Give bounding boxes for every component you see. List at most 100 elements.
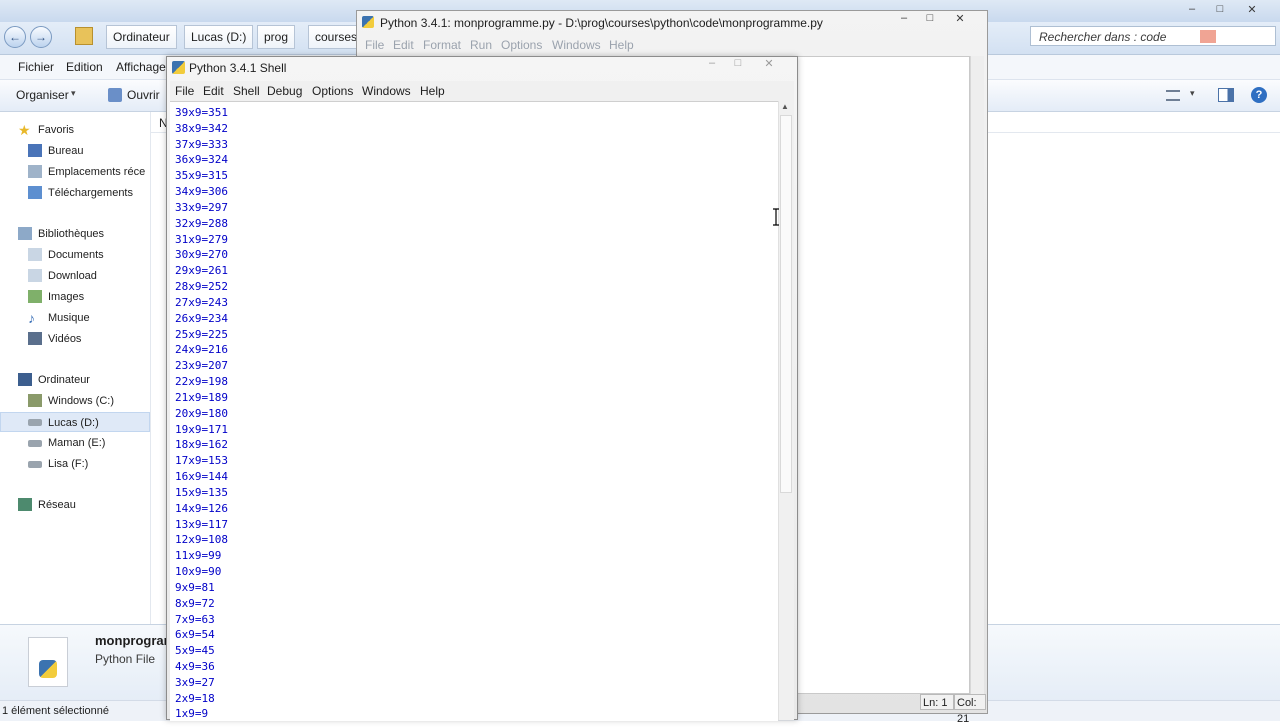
shell-output-line: 27x9=243 xyxy=(175,295,228,309)
shell-output-line: 17x9=153 xyxy=(175,454,228,468)
shell-close-button[interactable]: ✕ xyxy=(757,57,781,70)
back-button[interactable]: ← xyxy=(4,26,26,48)
shell-output-line: 18x9=162 xyxy=(175,438,228,452)
forward-arrow-icon: → xyxy=(35,30,47,44)
details-file-type: Python File xyxy=(95,652,156,666)
sidebar-item-musique[interactable]: ♪ Musique xyxy=(0,308,150,328)
download-library-icon xyxy=(28,269,42,282)
sidebar-item-documents[interactable]: Documents xyxy=(0,245,150,265)
shell-output-line: 13x9=117 xyxy=(175,517,228,531)
python-file-icon xyxy=(28,637,68,687)
back-arrow-icon: ← xyxy=(9,30,21,44)
shell-output-line: 37x9=333 xyxy=(175,137,228,151)
shell-output-line: 10x9=90 xyxy=(175,565,222,579)
breadcrumb-prog[interactable]: prog xyxy=(257,25,296,49)
videos-icon xyxy=(28,332,42,345)
help-icon[interactable]: ? xyxy=(1251,87,1267,103)
breadcrumb-lucas[interactable]: Lucas (D:) xyxy=(184,25,254,49)
sidebar-item-maman-e[interactable]: Maman (E:) xyxy=(0,433,150,453)
maximize-button[interactable]: □ xyxy=(1208,3,1232,15)
open-button[interactable]: Ouvrir xyxy=(127,88,160,102)
shell-menu-windows[interactable]: Windows xyxy=(362,84,411,98)
shell-minimize-button[interactable]: – xyxy=(700,57,724,69)
editor-menu-run[interactable]: Run xyxy=(470,38,492,52)
system-drive-icon xyxy=(28,394,42,407)
shell-output-line: 2x9=18 xyxy=(175,691,215,705)
drive-icon xyxy=(28,419,42,426)
shell-output-line: 12x9=108 xyxy=(175,533,228,547)
shell-maximize-button[interactable]: □ xyxy=(726,57,750,69)
editor-maximize-button[interactable]: □ xyxy=(918,12,942,24)
editor-scrollbar[interactable] xyxy=(970,56,984,694)
python-shell-window: Python 3.4.1 Shell – □ ✕ File Edit Shell… xyxy=(166,56,798,721)
shell-output-line: 35x9=315 xyxy=(175,169,228,183)
sidebar-item-lucas-d[interactable]: Lucas (D:) xyxy=(0,412,150,432)
status-text: 1 élément sélectionné xyxy=(2,705,110,717)
shell-menu-options[interactable]: Options xyxy=(312,84,353,98)
organize-button[interactable]: Organiser xyxy=(16,88,69,102)
editor-menu-format[interactable]: Format xyxy=(423,38,461,52)
drive-icon xyxy=(28,440,42,447)
shell-output-line: 16x9=144 xyxy=(175,470,228,484)
sidebar-item-download[interactable]: Download xyxy=(0,266,150,286)
minimize-button[interactable]: – xyxy=(1180,3,1204,15)
shell-menu-shell[interactable]: Shell xyxy=(233,84,260,98)
sidebar-item-recent-places[interactable]: Emplacements réce xyxy=(0,162,150,182)
drive-icon xyxy=(28,461,42,468)
menu-affichage[interactable]: Affichage xyxy=(116,60,166,74)
shell-menu-help[interactable]: Help xyxy=(420,84,445,98)
breadcrumb-ordinateur[interactable]: Ordinateur xyxy=(106,25,177,49)
menu-edition[interactable]: Edition xyxy=(66,60,103,74)
shell-menu-edit[interactable]: Edit xyxy=(203,84,224,98)
shell-title: Python 3.4.1 Shell xyxy=(189,61,287,75)
sidebar-item-downloads[interactable]: Téléchargements xyxy=(0,183,150,203)
sidebar-group-network[interactable]: Réseau xyxy=(0,495,150,515)
search-icon[interactable] xyxy=(1200,30,1216,43)
editor-minimize-button[interactable]: – xyxy=(892,12,916,24)
view-chevron-icon[interactable]: ▾ xyxy=(1190,88,1195,99)
editor-menu-help[interactable]: Help xyxy=(609,38,634,52)
sidebar-item-lisa-f[interactable]: Lisa (F:) xyxy=(0,454,150,474)
sidebar-item-videos[interactable]: Vidéos xyxy=(0,329,150,349)
downloads-icon xyxy=(28,186,42,199)
shell-menu-file[interactable]: File xyxy=(175,84,194,98)
sidebar-group-favorites[interactable]: ★ Favoris xyxy=(0,120,150,140)
shell-output-line: 33x9=297 xyxy=(175,200,228,214)
shell-output-line: 19x9=171 xyxy=(175,422,228,436)
network-icon xyxy=(18,498,32,511)
shell-output-area[interactable]: 39x9=351 38x9=342 37x9=333 36x9=324 35x9=315… xyxy=(170,101,778,721)
pictures-icon xyxy=(28,290,42,303)
close-button[interactable]: ✕ xyxy=(1240,3,1264,16)
editor-menu-windows[interactable]: Windows xyxy=(552,38,601,52)
sidebar-item-windows-c[interactable]: Windows (C:) xyxy=(0,391,150,411)
shell-output-line: 5x9=45 xyxy=(175,644,215,658)
sidebar-item-bureau[interactable]: Bureau xyxy=(0,141,150,161)
folder-icon xyxy=(75,27,93,45)
preview-pane-icon[interactable] xyxy=(1218,88,1234,102)
shell-output-lines: 39x9=351 38x9=342 37x9=333 36x9=324 35x9=315… xyxy=(175,105,228,721)
sidebar-group-libraries[interactable]: Bibliothèques xyxy=(0,224,150,244)
editor-column-indicator: Col: 21 xyxy=(954,694,986,725)
computer-icon xyxy=(18,373,32,386)
shell-output-line: 20x9=180 xyxy=(175,406,228,420)
sidebar-group-computer[interactable]: Ordinateur xyxy=(0,370,150,390)
editor-menu-edit[interactable]: Edit xyxy=(393,38,414,52)
shell-output-line: 14x9=126 xyxy=(175,501,228,515)
editor-menu-options[interactable]: Options xyxy=(501,38,542,52)
editor-menu-file[interactable]: File xyxy=(365,38,384,52)
view-options-icon[interactable] xyxy=(1166,90,1180,101)
scroll-up-arrow-icon[interactable]: ▲ xyxy=(781,102,789,111)
forward-button[interactable]: → xyxy=(30,26,52,48)
editor-close-button[interactable]: ✕ xyxy=(948,12,972,25)
shell-output-line: 21x9=189 xyxy=(175,390,228,404)
shell-output-line: 6x9=54 xyxy=(175,628,215,642)
menu-fichier[interactable]: Fichier xyxy=(18,60,54,74)
search-input[interactable]: Rechercher dans : code xyxy=(1030,26,1276,46)
shell-output-line: 24x9=216 xyxy=(175,343,228,357)
sidebar-item-images[interactable]: Images xyxy=(0,287,150,307)
libraries-icon xyxy=(18,227,32,240)
shell-scrollbar-thumb[interactable] xyxy=(780,115,792,493)
shell-menu-debug[interactable]: Debug xyxy=(267,84,302,98)
shell-output-line: 4x9=36 xyxy=(175,659,215,673)
text-cursor-icon xyxy=(773,208,779,226)
